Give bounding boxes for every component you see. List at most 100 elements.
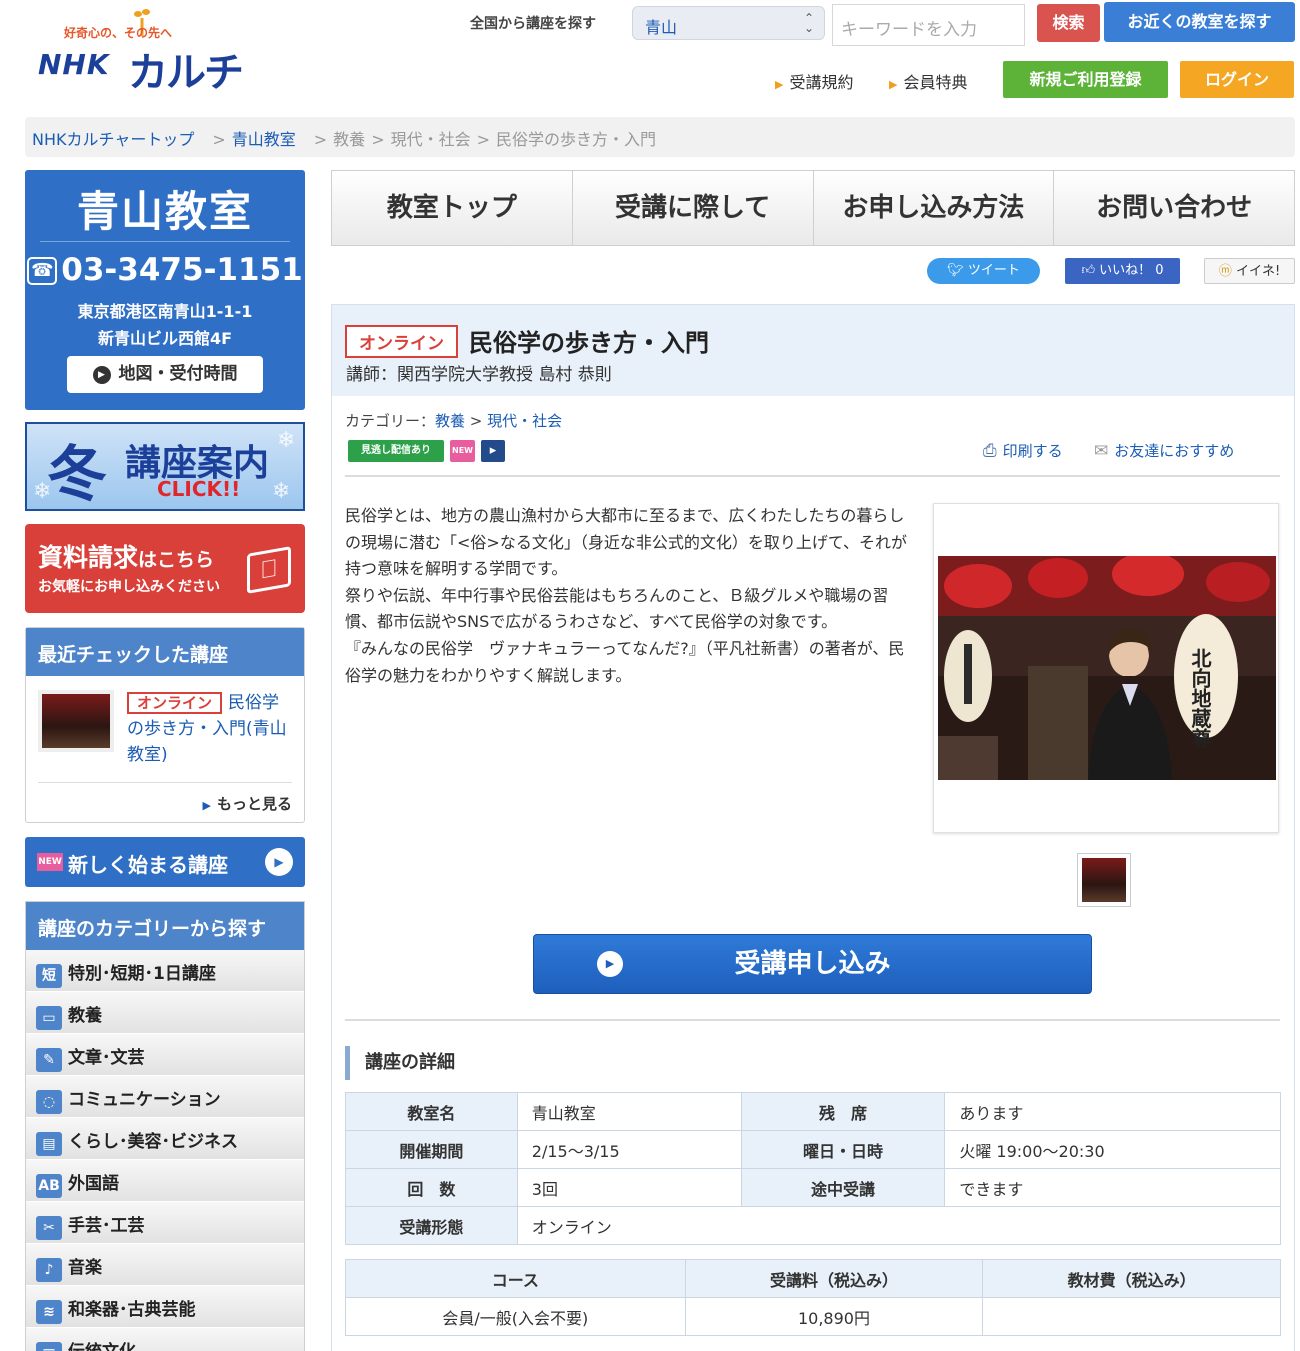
register-button[interactable]: 新規ご利用登録	[1003, 61, 1168, 98]
divider	[345, 1019, 1280, 1021]
category-item[interactable]: ▦ 伝統文化	[26, 1328, 304, 1351]
area-select-value: 青山	[645, 18, 678, 37]
phone-icon: ☎	[27, 257, 58, 285]
category-item[interactable]: ✎ 文章･文芸	[26, 1034, 304, 1076]
divider	[40, 241, 290, 242]
recent-course-link[interactable]: オンライン 民俗学の歩き方・入門(青山教室)	[127, 690, 295, 768]
recent-course-thumbnail[interactable]	[38, 690, 114, 752]
instructor-photo: 北向地蔵尊	[938, 556, 1276, 780]
winter-click-text: CLICK!!	[157, 477, 241, 501]
photo-thumbnail[interactable]	[1077, 853, 1131, 907]
detail-value: できます	[944, 1168, 1281, 1207]
twitter-bird-icon: 🐦︎	[947, 263, 968, 278]
school-address-line2: 新青山ビル西館4F	[97, 329, 233, 348]
divider	[345, 475, 1280, 477]
category-label: 伝統文化	[68, 1342, 136, 1351]
divider	[38, 782, 292, 783]
description-paragraph: 民俗学とは、地方の農山漁村から大都市に至るまで、広くわたしたちの暮らしの現場に潜…	[345, 506, 908, 579]
music-note-icon: ♪	[36, 1258, 62, 1282]
school-nav-tabs: 教室トップ 受講に際して お申し込み方法 お問い合わせ	[331, 170, 1295, 246]
fee-header: 受講料（税込み）	[684, 1259, 984, 1298]
nhk-culture-logo[interactable]: 好奇心の、その先へ NHK カルチャー	[36, 4, 266, 154]
member-benefits-link[interactable]: ▶ 会員特典	[889, 69, 967, 93]
winter-course-guide-banner[interactable]: ❄ ❄ ❄ 冬 講座案内 CLICK!!	[25, 422, 305, 511]
category-item[interactable]: AB 外国語	[26, 1160, 304, 1202]
new-badge: NEW	[37, 853, 63, 871]
details-heading: 講座の詳細	[345, 1046, 455, 1080]
detail-value: 青山教室	[516, 1092, 742, 1131]
map-hours-button[interactable]: ▶ 地図・受付時間	[67, 356, 263, 393]
recommend-label: お友達におすすめ	[1114, 442, 1235, 460]
category-item[interactable]: ✂ 手芸･工芸	[26, 1202, 304, 1244]
school-phone: ☎ 03-3475-1151	[25, 252, 305, 288]
mixi-iine-button[interactable]: ⓜ イイネ!	[1204, 258, 1295, 284]
school-info-box: 青山教室 ☎ 03-3475-1151 東京都港区南青山1-1-1 新青山ビル西館…	[25, 170, 305, 410]
tab-contact[interactable]: お問い合わせ	[1054, 171, 1294, 245]
breadcrumb: NHKカルチャートップ > 青山教室 > 教養 > 現代・社会 > 民俗学の歩き方・入門	[25, 117, 1295, 157]
see-more-link[interactable]: ▶ もっと見る	[203, 793, 292, 814]
detail-value: あります	[944, 1092, 1281, 1131]
category-label: 特別･短期･1日講座	[68, 964, 216, 984]
online-tag: オンライン	[127, 692, 223, 714]
apply-button[interactable]: ▶ 受講申し込み	[533, 934, 1092, 994]
print-link[interactable]: ⎙ 印刷する	[983, 440, 1063, 461]
course-header: オンライン 民俗学の歩き方・入門 講師：関西学院大学教授 島村 恭則	[331, 304, 1295, 396]
tab-attendance[interactable]: 受講に際して	[573, 171, 814, 245]
thumbs-up-icon: 👍︎	[1081, 263, 1100, 278]
category-item[interactable]: ◌ コミュニケーション	[26, 1076, 304, 1118]
category-label: カテゴリー：	[345, 412, 436, 430]
detail-value: オンライン	[516, 1206, 1282, 1245]
member-link-label: 会員特典	[903, 73, 968, 92]
book-icon: ⎕	[247, 546, 291, 594]
category-item[interactable]: ▤ くらし･美容･ビジネス	[26, 1118, 304, 1160]
triangle-icon: ▶	[889, 78, 898, 91]
winter-kanji: 冬	[47, 440, 107, 510]
facebook-like-button[interactable]: 👍︎ いいね！ 0	[1065, 258, 1180, 284]
login-button[interactable]: ログイン	[1180, 61, 1294, 98]
category-item[interactable]: ♪ 音楽	[26, 1244, 304, 1286]
fee-material	[982, 1297, 1281, 1336]
doc-request-sub: お気軽にお申し込みください	[38, 579, 220, 595]
detail-value: 火曜 19:00〜20:30	[944, 1130, 1281, 1169]
table-row: 受講形態 オンライン	[345, 1206, 1282, 1245]
new-courses-button[interactable]: NEW 新しく始まる講座 ▶	[25, 837, 305, 887]
category-link-2[interactable]: 現代・社会	[487, 412, 562, 430]
table-row: 会員/一般(入会不要) 10,890円	[345, 1297, 1281, 1336]
tab-how-to-apply[interactable]: お申し込み方法	[814, 171, 1055, 245]
nearby-school-button[interactable]: お近くの教室を探す	[1104, 2, 1295, 42]
search-label: 全国から講座を探す	[470, 16, 596, 32]
keyword-input[interactable]: キーワードを入力	[832, 4, 1025, 46]
category-link-1[interactable]: 教養	[435, 412, 465, 430]
category-item[interactable]: ≋ 和楽器･古典芸能	[26, 1286, 304, 1328]
category-item[interactable]: ▭ 教養	[26, 992, 304, 1034]
mixi-icon: ⓜ	[1218, 264, 1236, 279]
area-select[interactable]: 青山 ⌃ ⌄	[632, 6, 825, 40]
terms-link-label: 受講規約	[789, 73, 854, 92]
document-request-banner[interactable]: 資料請求はこちら お気軽にお申し込みください ⎕	[25, 524, 305, 613]
breadcrumb-cat1: 教養	[333, 130, 366, 149]
new-badge: NEW	[450, 440, 475, 462]
mail-icon: ✉	[1094, 441, 1109, 461]
snowflake-icon: ❄	[272, 479, 291, 504]
breadcrumb-school[interactable]: 青山教室	[232, 130, 296, 149]
terms-link[interactable]: ▶ 受講規約	[775, 69, 853, 93]
online-tag: オンライン	[345, 325, 458, 358]
recommend-friend-link[interactable]: ✉ お友達におすすめ	[1094, 440, 1234, 461]
course-description: 民俗学とは、地方の農山漁村から大都市に至るまで、広くわたしたちの暮らしの現場に潜…	[345, 503, 915, 689]
tab-school-top[interactable]: 教室トップ	[332, 171, 573, 245]
detail-key: 曜日・日時	[740, 1130, 946, 1169]
table-row: 教室名 青山教室 残 席 あります	[345, 1092, 1281, 1131]
school-name: 青山教室	[76, 187, 253, 236]
category-item[interactable]: 短特別･短期･1日講座	[26, 950, 304, 992]
course-title: 民俗学の歩き方・入門	[469, 329, 709, 357]
doc-request-title: 資料請求はこちら	[38, 538, 214, 574]
school-address-line1: 東京都港区南青山1-1-1	[77, 302, 253, 321]
breadcrumb-top[interactable]: NHKカルチャートップ	[32, 130, 194, 149]
description-paragraph: 祭りや伝説、年中行事や民俗芸能はもちろんのこと、Ｂ級グルメや職場の習慣、都市伝説…	[345, 585, 889, 632]
tweet-button[interactable]: 🐦︎ ツイート	[927, 258, 1040, 284]
iine-label: イイネ!	[1235, 264, 1281, 279]
fan-icon: ≋	[36, 1300, 62, 1324]
category-label: くらし･美容･ビジネス	[68, 1132, 238, 1152]
search-button[interactable]: 検索	[1037, 4, 1100, 42]
course-teacher: 講師：関西学院大学教授 島村 恭則	[346, 365, 612, 385]
